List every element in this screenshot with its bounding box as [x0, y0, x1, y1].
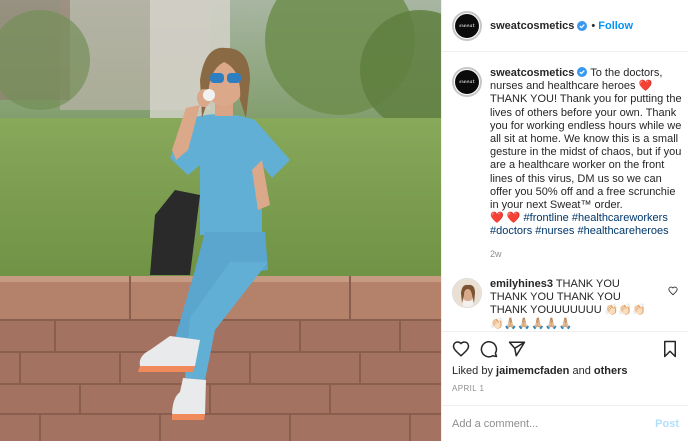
- hashtag-healthcareworkers[interactable]: #healthcareworkers: [572, 212, 668, 224]
- post-date[interactable]: APRIL 1: [452, 384, 484, 393]
- commenter-avatar[interactable]: [452, 278, 482, 308]
- post-details-panel: sweat sweatcosmetics • Follow sweat swea…: [441, 0, 688, 441]
- post-comment-button[interactable]: Post: [655, 418, 679, 430]
- comments-feed[interactable]: sweat sweatcosmetics To the doctors, nur…: [442, 53, 688, 330]
- header-username[interactable]: sweatcosmetics: [490, 20, 574, 32]
- comment-username[interactable]: emilyhines3: [490, 278, 553, 290]
- avatar-logo-text: sweat: [459, 22, 475, 29]
- separator-dot: •: [591, 19, 596, 32]
- photo-illustration: [0, 0, 441, 441]
- share-paper-plane-icon[interactable]: [508, 340, 526, 358]
- instagram-post: sweat sweatcosmetics • Follow sweat swea…: [0, 0, 688, 441]
- save-bookmark[interactable]: [661, 340, 679, 358]
- caption-body: THANK YOU! Thank you for putting the liv…: [490, 93, 682, 212]
- bookmark-icon[interactable]: [661, 340, 679, 358]
- caption-time-ago[interactable]: 2w: [490, 248, 684, 261]
- red-heart-emoji: ❤️: [638, 80, 653, 93]
- post-caption: sweat sweatcosmetics To the doctors, nur…: [452, 67, 684, 261]
- commenter-avatar-image: [453, 279, 481, 307]
- liked-by-prefix: Liked by: [452, 365, 497, 377]
- caption-text: sweatcosmetics To the doctors, nurses an…: [490, 67, 684, 261]
- liked-by-user[interactable]: jaimemcfaden: [496, 365, 569, 377]
- red-hearts-emoji: ❤️ ❤️: [490, 212, 521, 225]
- action-icons: [452, 340, 526, 358]
- hashtag-nurses[interactable]: #nurses: [535, 225, 574, 237]
- post-actions-section: Liked by jaimemcfaden and others APRIL 1…: [442, 331, 688, 441]
- caption-verified-badge-icon: [577, 67, 588, 77]
- post-header: sweat sweatcosmetics • Follow: [442, 0, 688, 52]
- comment-item: emilyhines3 THANK YOU THANK YOU THANK YO…: [452, 278, 684, 330]
- post-photo[interactable]: [0, 0, 441, 441]
- hashtag-doctors[interactable]: #doctors: [490, 225, 532, 237]
- add-comment-input[interactable]: [452, 418, 656, 430]
- add-comment-bar: Post: [442, 405, 688, 442]
- liked-by-and: and: [569, 365, 594, 377]
- hashtag-healthcareheroes[interactable]: #healthcareheroes: [577, 225, 668, 237]
- comment-like-heart-icon[interactable]: [668, 286, 678, 296]
- verified-badge-icon: [577, 20, 588, 31]
- caption-avatar[interactable]: sweat: [452, 67, 482, 97]
- profile-avatar[interactable]: sweat: [452, 10, 482, 41]
- comment-bubble-icon[interactable]: [480, 340, 498, 358]
- liked-by-line: Liked by jaimemcfaden and others: [452, 365, 628, 377]
- comment-text: emilyhines3 THANK YOU THANK YOU THANK YO…: [490, 278, 658, 330]
- caption-username[interactable]: sweatcosmetics: [490, 67, 574, 79]
- liked-by-others[interactable]: others: [594, 365, 628, 377]
- follow-button[interactable]: Follow: [598, 20, 633, 32]
- like-heart-icon[interactable]: [452, 340, 470, 358]
- caption-avatar-logo-text: sweat: [459, 79, 475, 85]
- hashtag-frontline[interactable]: #frontline: [524, 212, 569, 224]
